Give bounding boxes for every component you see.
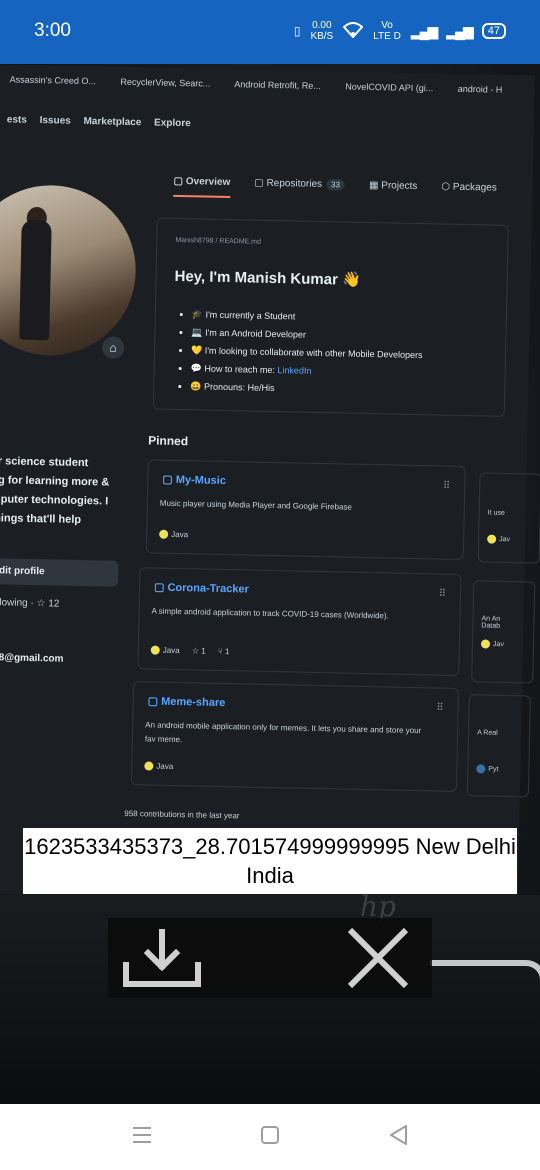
vibrate-icon: ▯ <box>293 24 301 38</box>
pinned-heading: Pinned <box>148 433 189 449</box>
pinned-repo-card: A Real Pyt <box>466 694 531 798</box>
pinned-repo-card: An An Datab Jav <box>471 580 536 684</box>
readme-path: Manish8798 / README.md <box>175 236 261 246</box>
readme-list: 🎓 I'm currently a Student 💻 I'm an Andro… <box>180 305 423 400</box>
pinned-repo-card: It use Jav <box>477 472 540 564</box>
recent-apps-icon <box>131 1126 153 1149</box>
signal-icon-2: ▂▄▆ <box>446 22 473 39</box>
drag-handle-icon: ⠿ <box>438 588 447 600</box>
drag-handle-icon: ⠿ <box>436 702 444 714</box>
home-button[interactable] <box>240 1104 300 1170</box>
battery-icon: 47 <box>481 23 506 39</box>
pinned-repo-card: ▢ Corona-Tracker ⠿ A simple android appl… <box>137 567 462 676</box>
readme-card: Manish8798 / README.md Hey, I'm Manish K… <box>152 217 509 417</box>
net-speed: 0.00 KB/S <box>310 20 334 42</box>
profile-bio: er science student ng for learning more … <box>0 455 110 527</box>
download-button[interactable] <box>120 926 204 990</box>
following-count: following · ☆ 12 <box>0 597 60 610</box>
fork-icon: ⑂ 1 <box>217 646 230 656</box>
pinned-repo-card: ▢ My-Music ⠿ Music player using Media Pl… <box>145 459 466 561</box>
status-bar: 3:00 ▯ 0.00 KB/S Vo LTE D ▂▄▆ ▂▄▆ 47 <box>0 0 540 64</box>
photo-caption: 1623533435373_28.701574999999995 New Del… <box>23 828 517 894</box>
clock: 3:00 <box>34 20 71 41</box>
edit-profile-button: Edit profile <box>0 557 119 587</box>
tab-overview: ▢ Overview <box>173 175 231 199</box>
list-item: 😀 Pronouns: He/His <box>190 377 422 400</box>
volte-indicator: Vo LTE D <box>373 20 401 42</box>
avatar <box>0 183 138 358</box>
drag-handle-icon: ⠿ <box>442 480 451 492</box>
tab-repositories: ▢ Repositories 33 <box>254 178 346 201</box>
tab-packages: ⬡ Packages <box>441 181 497 194</box>
status-icons: ▯ 0.00 KB/S Vo LTE D ▂▄▆ ▂▄▆ 47 <box>294 20 506 42</box>
tab-projects: ▦ Projects <box>368 179 418 192</box>
status-emoji-icon: ⌂ <box>101 336 125 359</box>
star-icon: ☆ 1 <box>191 645 206 656</box>
laptop-edge <box>430 960 540 1006</box>
github-nav: ests Issues Marketplace Explore <box>6 114 191 130</box>
home-icon <box>260 1125 280 1150</box>
readme-title: Hey, I'm Manish Kumar 👋 <box>174 267 361 289</box>
recent-apps-button[interactable] <box>112 1104 172 1170</box>
profile-email: 998@gmail.com <box>0 652 64 665</box>
download-icon <box>120 929 204 994</box>
close-icon <box>336 927 420 994</box>
pinned-repo-card: ▢ Meme-share ⠿ An android mobile applica… <box>130 681 460 792</box>
back-button[interactable] <box>368 1104 428 1170</box>
profile-tabs: ▢ Overview ▢ Repositories 33 ▦ Projects ⬡… <box>173 175 497 204</box>
browser-tabs: Assassin's Creed O... RecyclerView, Sear… <box>9 74 503 95</box>
signal-icon: ▂▄▆ <box>410 22 438 39</box>
contributions-heading: 958 contributions in the last year <box>124 808 240 821</box>
action-bar <box>108 918 432 998</box>
wifi-icon <box>342 21 364 41</box>
back-icon <box>388 1124 408 1151</box>
system-nav-bar <box>0 1104 540 1170</box>
close-button[interactable] <box>336 926 420 990</box>
monitor-screen: Assassin's Creed O... RecyclerView, Sear… <box>0 64 540 906</box>
